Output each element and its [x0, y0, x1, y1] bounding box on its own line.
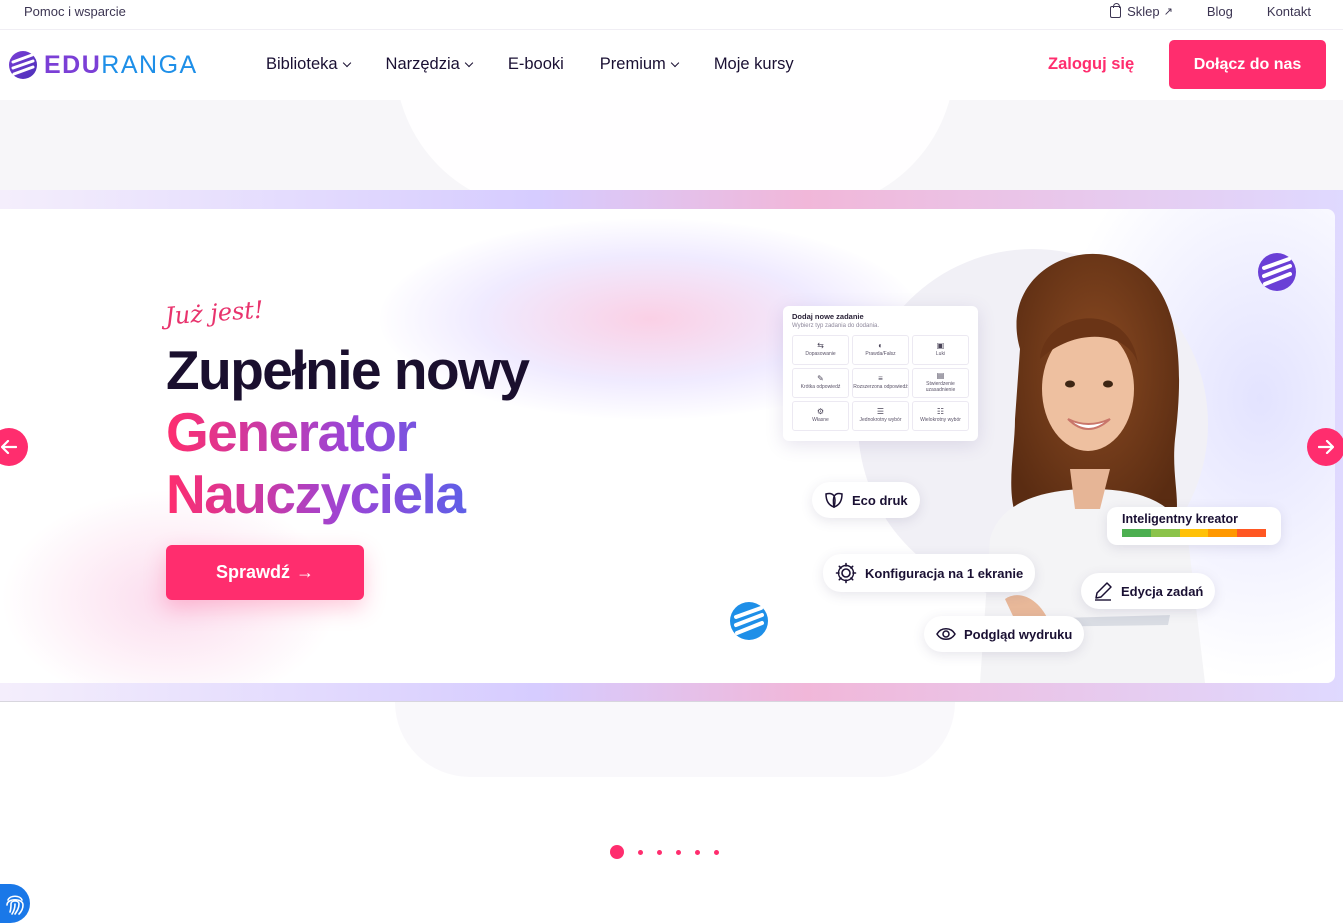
carousel-pagination: [610, 845, 719, 859]
main-navigation: EDURANGA Biblioteka Narzędzia E-booki Pr…: [0, 30, 1343, 100]
check-button[interactable]: Sprawdź →: [166, 545, 364, 600]
task-type-luki[interactable]: ▣ Luki: [912, 335, 969, 365]
checklist-icon: ☷: [936, 407, 945, 416]
accessibility-widget-button[interactable]: [0, 884, 30, 923]
kreator-label: Inteligentny kreator: [1122, 512, 1238, 526]
carousel-dot-1[interactable]: [610, 845, 624, 859]
task-type-jednokrotny[interactable]: ☰ Jednokrotny wybór: [852, 401, 909, 431]
eduranga-logo-icon: [9, 51, 37, 79]
chevron-down-icon: [464, 58, 474, 67]
menu-item-moje-kursy[interactable]: Moje kursy: [714, 55, 794, 74]
decorative-arc: [395, 702, 955, 777]
utility-links: Sklep ↗ Blog Kontakt: [1110, 2, 1311, 19]
eduranga-mark-icon: [1258, 253, 1296, 291]
swap-icon: ⇆: [817, 341, 824, 350]
panel-subtitle: Wybierz typ zadania do dodania.: [792, 323, 879, 329]
logo[interactable]: EDURANGA: [8, 50, 198, 80]
eye-icon: [936, 628, 956, 640]
task-type-stwierdzenie[interactable]: ▤ Stwierdzenie uzasadnienie: [912, 368, 969, 398]
menu-item-premium[interactable]: Premium: [600, 55, 680, 74]
carousel-dot-4[interactable]: [676, 849, 681, 855]
gear-icon: [835, 562, 857, 584]
logo-wordmark: EDURANGA: [44, 50, 198, 79]
login-link[interactable]: Zaloguj się: [1048, 55, 1134, 74]
carousel-next-button[interactable]: [1307, 428, 1343, 466]
blog-link[interactable]: Blog: [1207, 4, 1233, 19]
hero-title: Zupełnie nowy Generator Nauczyciela: [166, 339, 530, 525]
shopping-bag-icon: [1110, 2, 1122, 18]
chevron-down-icon: [342, 58, 351, 67]
pencil-icon: ✎: [817, 374, 824, 383]
utility-bar: Pomoc i wsparcie Sklep ↗ Blog Kontakt: [0, 0, 1343, 30]
help-link[interactable]: Pomoc i wsparcie: [24, 4, 126, 19]
task-type-grid: ⇆ Dopasowanie ◐ Prawda/Fałsz ▣ Luki ✎ Krótka…: [792, 335, 969, 431]
primary-menu: Biblioteka Narzędzia E-booki Premium Moj…: [266, 55, 794, 74]
task-type-wielokrotny[interactable]: ☷ Wielokrotny wybór: [912, 401, 969, 431]
list-icon: ☰: [876, 407, 885, 416]
menu-item-ebooki[interactable]: E-booki: [508, 55, 564, 74]
carousel-dot-6[interactable]: [714, 849, 719, 855]
task-type-prawda-falsz[interactable]: ◐ Prawda/Fałsz: [852, 335, 909, 365]
toggle-icon: ◐: [878, 341, 883, 350]
carousel-dot-5[interactable]: [695, 849, 700, 855]
hero-banner: Już jest! Zupełnie nowy Generator Nauczy…: [0, 190, 1343, 702]
arrow-right-icon: →: [296, 562, 314, 582]
eduranga-mark-icon: [730, 602, 768, 640]
feature-chip-kreator: Inteligentny kreator: [1107, 507, 1281, 545]
carousel-dot-2[interactable]: [638, 849, 643, 855]
arrow-right-icon: [1318, 440, 1334, 454]
chevron-down-icon: [670, 58, 680, 67]
quality-bar: [1122, 529, 1266, 537]
join-button[interactable]: Dołącz do nas: [1169, 40, 1326, 89]
external-link-icon: ↗: [1163, 6, 1173, 18]
hero-kicker: Już jest!: [164, 295, 265, 331]
shop-label: Sklep: [1127, 4, 1160, 19]
task-type-rozszerzona-odpowiedz[interactable]: ≡ Rozszerzona odpowiedź: [852, 368, 909, 398]
text-lines-icon: ≡: [878, 374, 883, 383]
contact-link[interactable]: Kontakt: [1267, 4, 1311, 19]
fingerprint-icon: [6, 894, 24, 915]
menu-item-narzedzia[interactable]: Narzędzia: [386, 55, 474, 74]
feature-chip-eco: Eco druk: [812, 482, 920, 518]
hero-title-line1: Zupełnie nowy: [166, 339, 530, 401]
gear-icon: ⚙: [816, 407, 825, 416]
feature-chip-edit: Edycja zadań: [1081, 573, 1216, 609]
carousel-dot-3[interactable]: [657, 849, 662, 855]
task-type-krotka-odpowiedz[interactable]: ✎ Krótka odpowiedź: [792, 368, 849, 398]
pencil-icon: [1095, 582, 1112, 601]
clipboard-icon: ▤: [936, 371, 945, 380]
task-type-dopasowanie[interactable]: ⇆ Dopasowanie: [792, 335, 849, 365]
panel-title: Dodaj nowe zadanie: [792, 312, 864, 321]
document-icon: ▣: [936, 341, 945, 350]
hero-title-line2: Generator: [166, 401, 528, 463]
task-type-wlasne[interactable]: ⚙ Własne: [792, 401, 849, 431]
leaf-icon: [825, 492, 843, 508]
new-task-panel: Dodaj nowe zadanie Wybierz typ zadania d…: [783, 306, 978, 441]
check-button-label: Sprawdź: [215, 562, 290, 582]
arrow-left-icon: [1, 440, 17, 454]
hero-slide: Już jest! Zupełnie nowy Generator Nauczy…: [0, 209, 1335, 683]
menu-item-biblioteka[interactable]: Biblioteka: [266, 55, 351, 74]
feature-chip-preview: Podgląd wydruku: [924, 616, 1085, 652]
shop-link[interactable]: Sklep ↗: [1110, 2, 1173, 19]
hero-title-line3: Nauczyciela: [166, 463, 528, 525]
feature-chip-config: Konfiguracja na 1 ekranie: [823, 554, 1036, 592]
